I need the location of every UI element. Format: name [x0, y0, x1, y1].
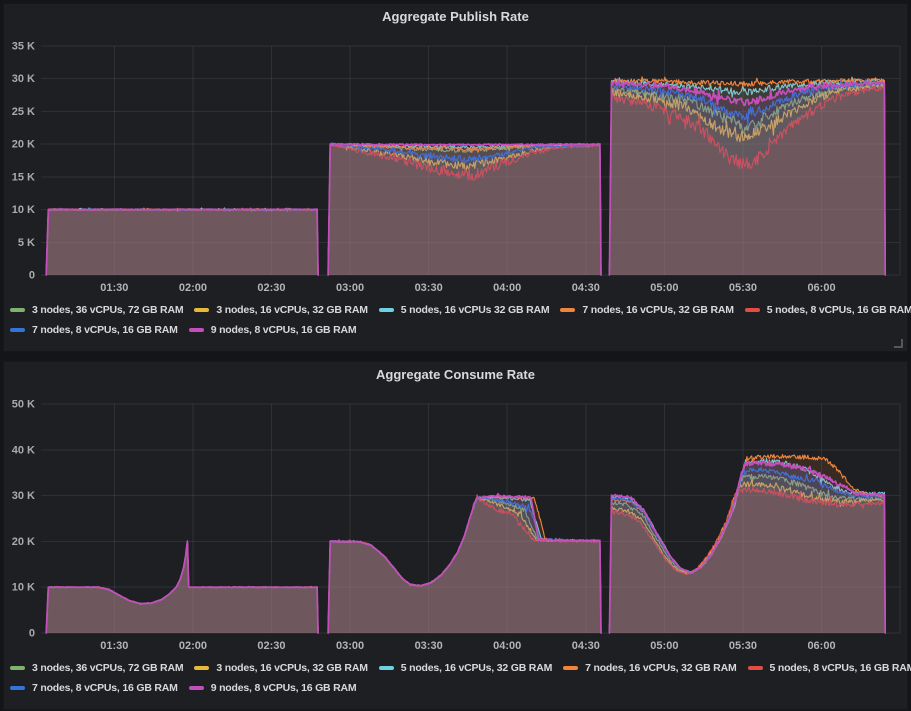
y-tick-label: 0 [29, 628, 35, 640]
x-tick-label: 02:30 [257, 282, 285, 294]
y-tick-label: 50 K [12, 399, 35, 411]
legend-color-swatch-icon [10, 328, 25, 332]
legend-item[interactable]: 9 nodes, 8 vCPUs, 16 GB RAM [189, 682, 357, 694]
y-tick-label: 40 K [12, 444, 35, 456]
legend-item-label: 3 nodes, 16 vCPUs, 32 GB RAM [216, 662, 367, 674]
legend-item-label: 7 nodes, 8 vCPUs, 16 GB RAM [32, 324, 178, 336]
x-tick-label: 02:30 [257, 640, 285, 652]
legend-item[interactable]: 5 nodes, 16 vCPUs, 32 GB RAM [379, 662, 552, 674]
legend-item-label: 7 nodes, 16 vCPUs, 32 GB RAM [582, 304, 733, 316]
x-tick-label: 01:30 [100, 640, 128, 652]
legend-color-swatch-icon [194, 666, 209, 670]
legend-color-swatch-icon [189, 328, 204, 332]
x-tick-label: 06:00 [807, 640, 835, 652]
legend-item[interactable]: 3 nodes, 16 vCPUs, 32 GB RAM [194, 662, 367, 674]
legend-item[interactable]: 3 nodes, 16 vCPUs, 32 GB RAM [194, 304, 367, 316]
x-tick-label: 03:30 [415, 640, 443, 652]
legend-item-label: 5 nodes, 8 vCPUs, 16 GB RAM [770, 662, 911, 674]
legend-item-label: 9 nodes, 8 vCPUs, 16 GB RAM [211, 324, 357, 336]
legend-row: 7 nodes, 8 vCPUs, 16 GB RAM 9 nodes, 8 vC… [10, 320, 905, 340]
x-tick-label: 06:00 [807, 282, 835, 294]
series-area-fill [328, 494, 601, 633]
y-tick-label: 30 K [12, 490, 35, 502]
x-tick-label: 05:30 [729, 640, 757, 652]
legend-item[interactable]: 5 nodes, 8 vCPUs, 16 GB RAM [745, 304, 911, 316]
legend-color-swatch-icon [563, 666, 578, 670]
legend-color-swatch-icon [748, 666, 763, 670]
legend-item-label: 9 nodes, 8 vCPUs, 16 GB RAM [211, 682, 357, 694]
grafana-dashboard: 05 K10 K15 K20 K25 K30 K35 K01:3002:0002… [0, 0, 911, 711]
legend-item[interactable]: 5 nodes, 16 vCPUs 32 GB RAM [379, 304, 550, 316]
legend-item[interactable]: 5 nodes, 8 vCPUs, 16 GB RAM [748, 662, 911, 674]
consume-rate-chart-canvas[interactable]: 0 10 K 20 K 30 K 40 K 50 K 01:30 02:00 02:30 03:0… [4, 362, 907, 709]
legend-color-swatch-icon [10, 666, 25, 670]
legend: 3 nodes, 36 vCPUs, 72 GB RAM 3 nodes, 16 … [10, 658, 905, 698]
legend-color-swatch-icon [10, 308, 25, 312]
x-tick-label: 02:00 [179, 640, 207, 652]
legend-item[interactable]: 7 nodes, 8 vCPUs, 16 GB RAM [10, 324, 178, 336]
x-tick-label: 03:00 [336, 640, 364, 652]
y-tick-label: 10 K [12, 204, 35, 216]
x-tick-label: 05:30 [729, 282, 757, 294]
series-area-fill [46, 208, 318, 275]
legend-item-label: 3 nodes, 36 vCPUs, 72 GB RAM [32, 304, 183, 316]
legend-color-swatch-icon [194, 308, 209, 312]
legend-color-swatch-icon [10, 686, 25, 690]
legend-row: 7 nodes, 8 vCPUs, 16 GB RAM 9 nodes, 8 vC… [10, 678, 905, 698]
x-tick-label: 03:30 [415, 282, 443, 294]
x-tick-label: 03:00 [336, 282, 364, 294]
legend-color-swatch-icon [379, 666, 394, 670]
legend-item[interactable]: 9 nodes, 8 vCPUs, 16 GB RAM [189, 324, 357, 336]
x-tick-label: 04:00 [493, 282, 521, 294]
legend-item-label: 5 nodes, 8 vCPUs, 16 GB RAM [767, 304, 911, 316]
legend-color-swatch-icon [560, 308, 575, 312]
panel-aggregate-publish-rate: 0 5 K 10 K 15 K 20 K 25 K 30 K 35 K 01:30 02:00 02… [3, 3, 908, 352]
legend-item[interactable]: 7 nodes, 16 vCPUs, 32 GB RAM [560, 304, 733, 316]
panel-resize-handle-icon[interactable] [894, 339, 903, 348]
legend-color-swatch-icon [379, 308, 394, 312]
y-tick-label: 5 K [18, 237, 35, 249]
legend: 3 nodes, 36 vCPUs, 72 GB RAM 3 nodes, 16 … [10, 300, 905, 340]
x-tick-label: 04:00 [493, 640, 521, 652]
y-tick-label: 30 K [12, 73, 35, 85]
legend-item[interactable]: 3 nodes, 36 vCPUs, 72 GB RAM [10, 662, 183, 674]
panel-title[interactable]: Aggregate Publish Rate [4, 7, 907, 27]
x-tick-label: 02:00 [179, 282, 207, 294]
x-tick-label: 04:30 [572, 640, 600, 652]
legend-item-label: 7 nodes, 16 vCPUs, 32 GB RAM [585, 662, 736, 674]
legend-row: 3 nodes, 36 vCPUs, 72 GB RAM 3 nodes, 16 … [10, 658, 905, 678]
panel-title[interactable]: Aggregate Consume Rate [4, 365, 907, 385]
y-tick-label: 25 K [12, 106, 35, 118]
legend-item[interactable]: 3 nodes, 36 vCPUs, 72 GB RAM [10, 304, 183, 316]
y-tick-label: 20 K [12, 139, 35, 151]
legend-item-label: 5 nodes, 16 vCPUs, 32 GB RAM [401, 662, 552, 674]
y-tick-label: 20 K [12, 536, 35, 548]
series-area-fill [609, 79, 885, 275]
legend-item-label: 3 nodes, 36 vCPUs, 72 GB RAM [32, 662, 183, 674]
legend-item-label: 5 nodes, 16 vCPUs 32 GB RAM [401, 304, 550, 316]
y-tick-label: 35 K [12, 41, 35, 53]
y-tick-label: 15 K [12, 171, 35, 183]
series-area-fill [328, 144, 601, 275]
x-tick-label: 01:30 [100, 282, 128, 294]
panel-aggregate-consume-rate: 0 10 K 20 K 30 K 40 K 50 K 01:30 02:00 02:30 03:0… [3, 361, 908, 710]
legend-row: 3 nodes, 36 vCPUs, 72 GB RAM 3 nodes, 16 … [10, 300, 905, 320]
legend-item[interactable]: 7 nodes, 8 vCPUs, 16 GB RAM [10, 682, 178, 694]
legend-color-swatch-icon [745, 308, 760, 312]
x-tick-label: 05:00 [650, 282, 678, 294]
legend-item[interactable]: 7 nodes, 16 vCPUs, 32 GB RAM [563, 662, 736, 674]
legend-item-label: 7 nodes, 8 vCPUs, 16 GB RAM [32, 682, 178, 694]
y-tick-label: 10 K [12, 582, 35, 594]
x-tick-label: 05:00 [650, 640, 678, 652]
x-tick-label: 04:30 [572, 282, 600, 294]
legend-item-label: 3 nodes, 16 vCPUs, 32 GB RAM [216, 304, 367, 316]
publish-rate-chart-canvas[interactable]: 0 5 K 10 K 15 K 20 K 25 K 30 K 35 K 01:30 02:00 02… [4, 4, 907, 351]
legend-color-swatch-icon [189, 686, 204, 690]
y-tick-label: 0 [29, 270, 35, 282]
